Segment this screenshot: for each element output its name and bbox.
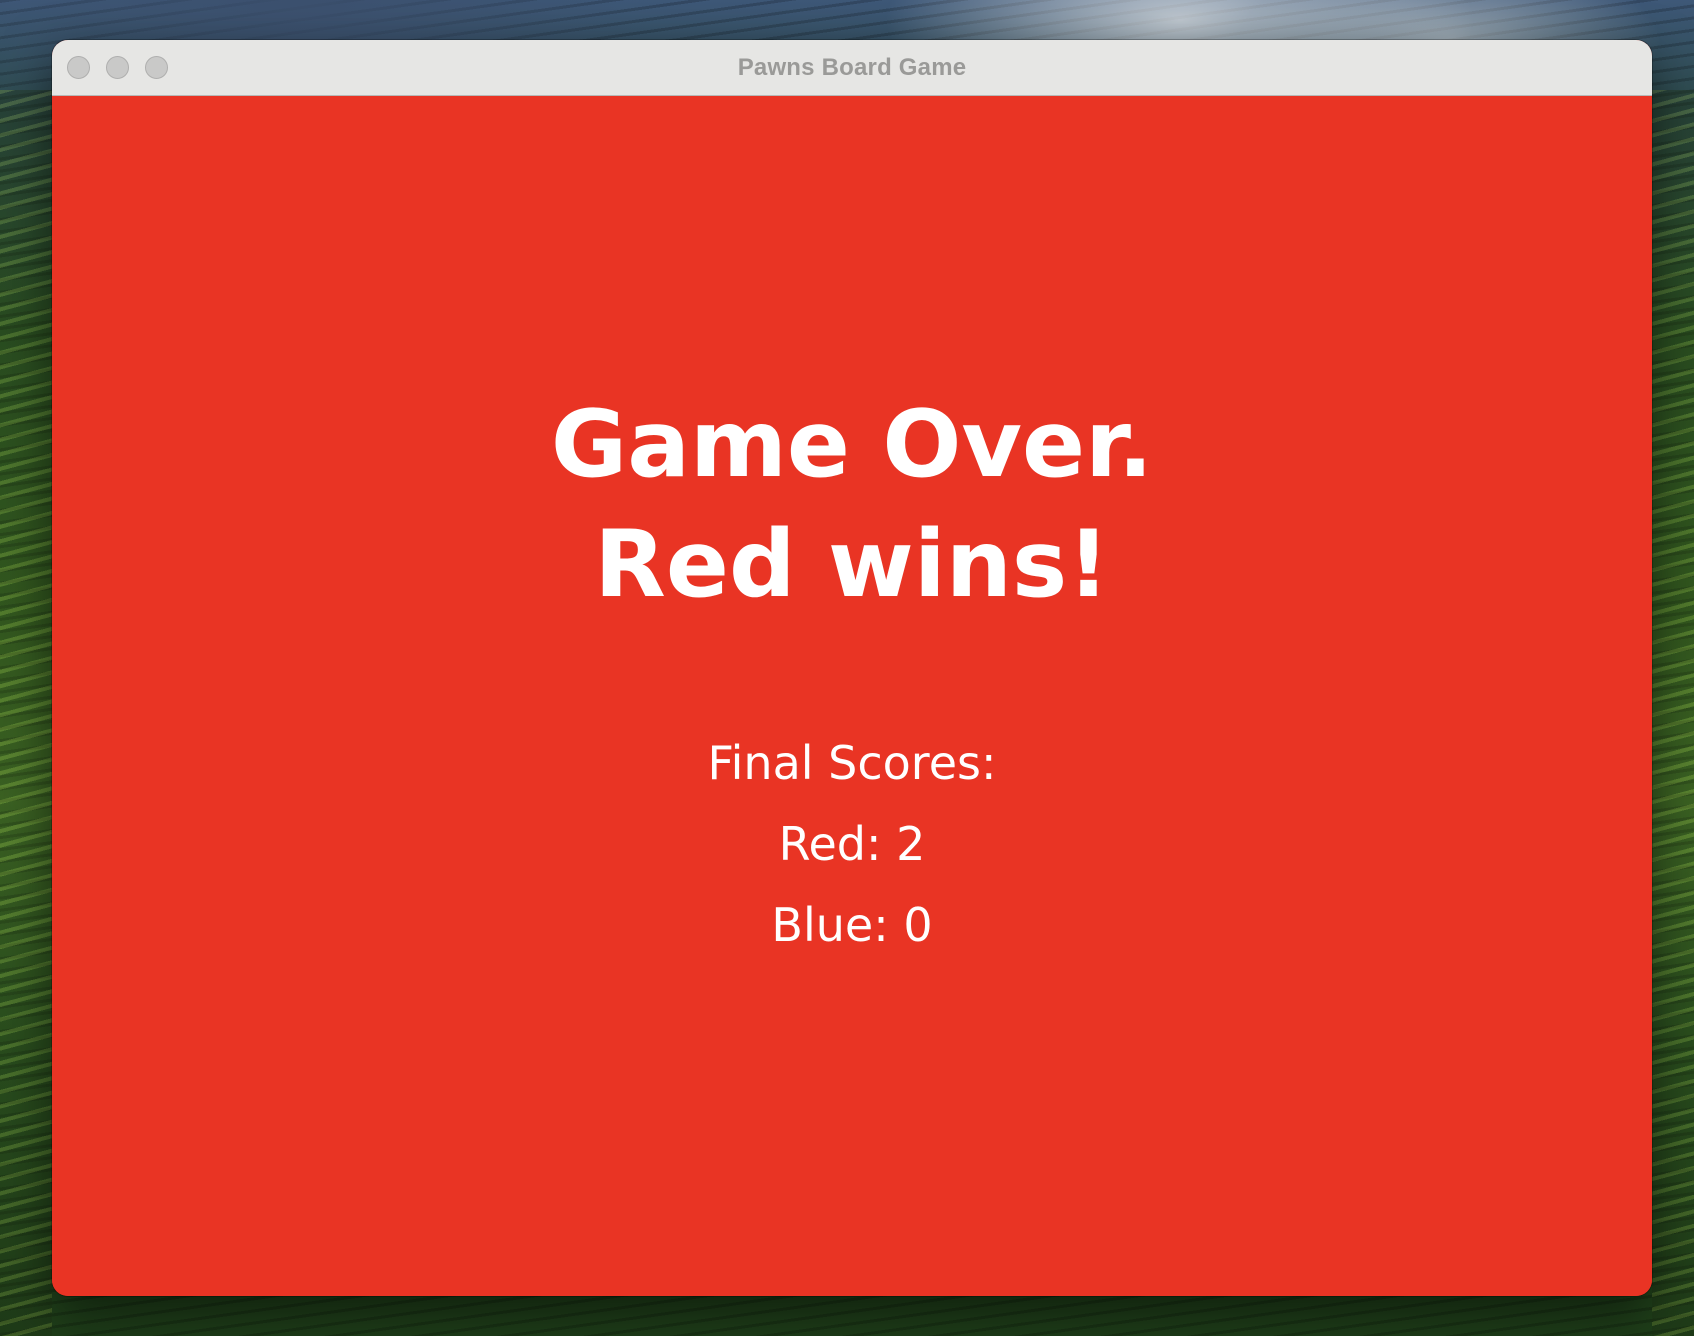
desktop-wallpaper-right — [1652, 90, 1694, 1336]
desktop-wallpaper-left — [0, 90, 52, 1336]
final-scores-heading: Final Scores: — [707, 736, 997, 790]
winner-text: Red wins! — [594, 510, 1110, 618]
final-scores: Final Scores: Red: 2 Blue: 0 — [52, 723, 1652, 966]
zoom-window-button[interactable] — [145, 56, 168, 79]
score-red: Red: 2 — [778, 817, 926, 871]
app-window: Pawns Board Game Game Over. Red wins! Fi… — [52, 40, 1652, 1296]
window-titlebar[interactable]: Pawns Board Game — [52, 40, 1652, 96]
score-blue: Blue: 0 — [771, 898, 933, 952]
game-over-panel: Game Over. Red wins! Final Scores: Red: … — [52, 96, 1652, 1296]
minimize-window-button[interactable] — [106, 56, 129, 79]
game-over-headline: Game Over. Red wins! — [52, 384, 1652, 624]
window-controls — [67, 56, 168, 79]
close-window-button[interactable] — [67, 56, 90, 79]
game-over-text: Game Over. — [550, 390, 1154, 498]
window-title: Pawns Board Game — [737, 53, 967, 81]
